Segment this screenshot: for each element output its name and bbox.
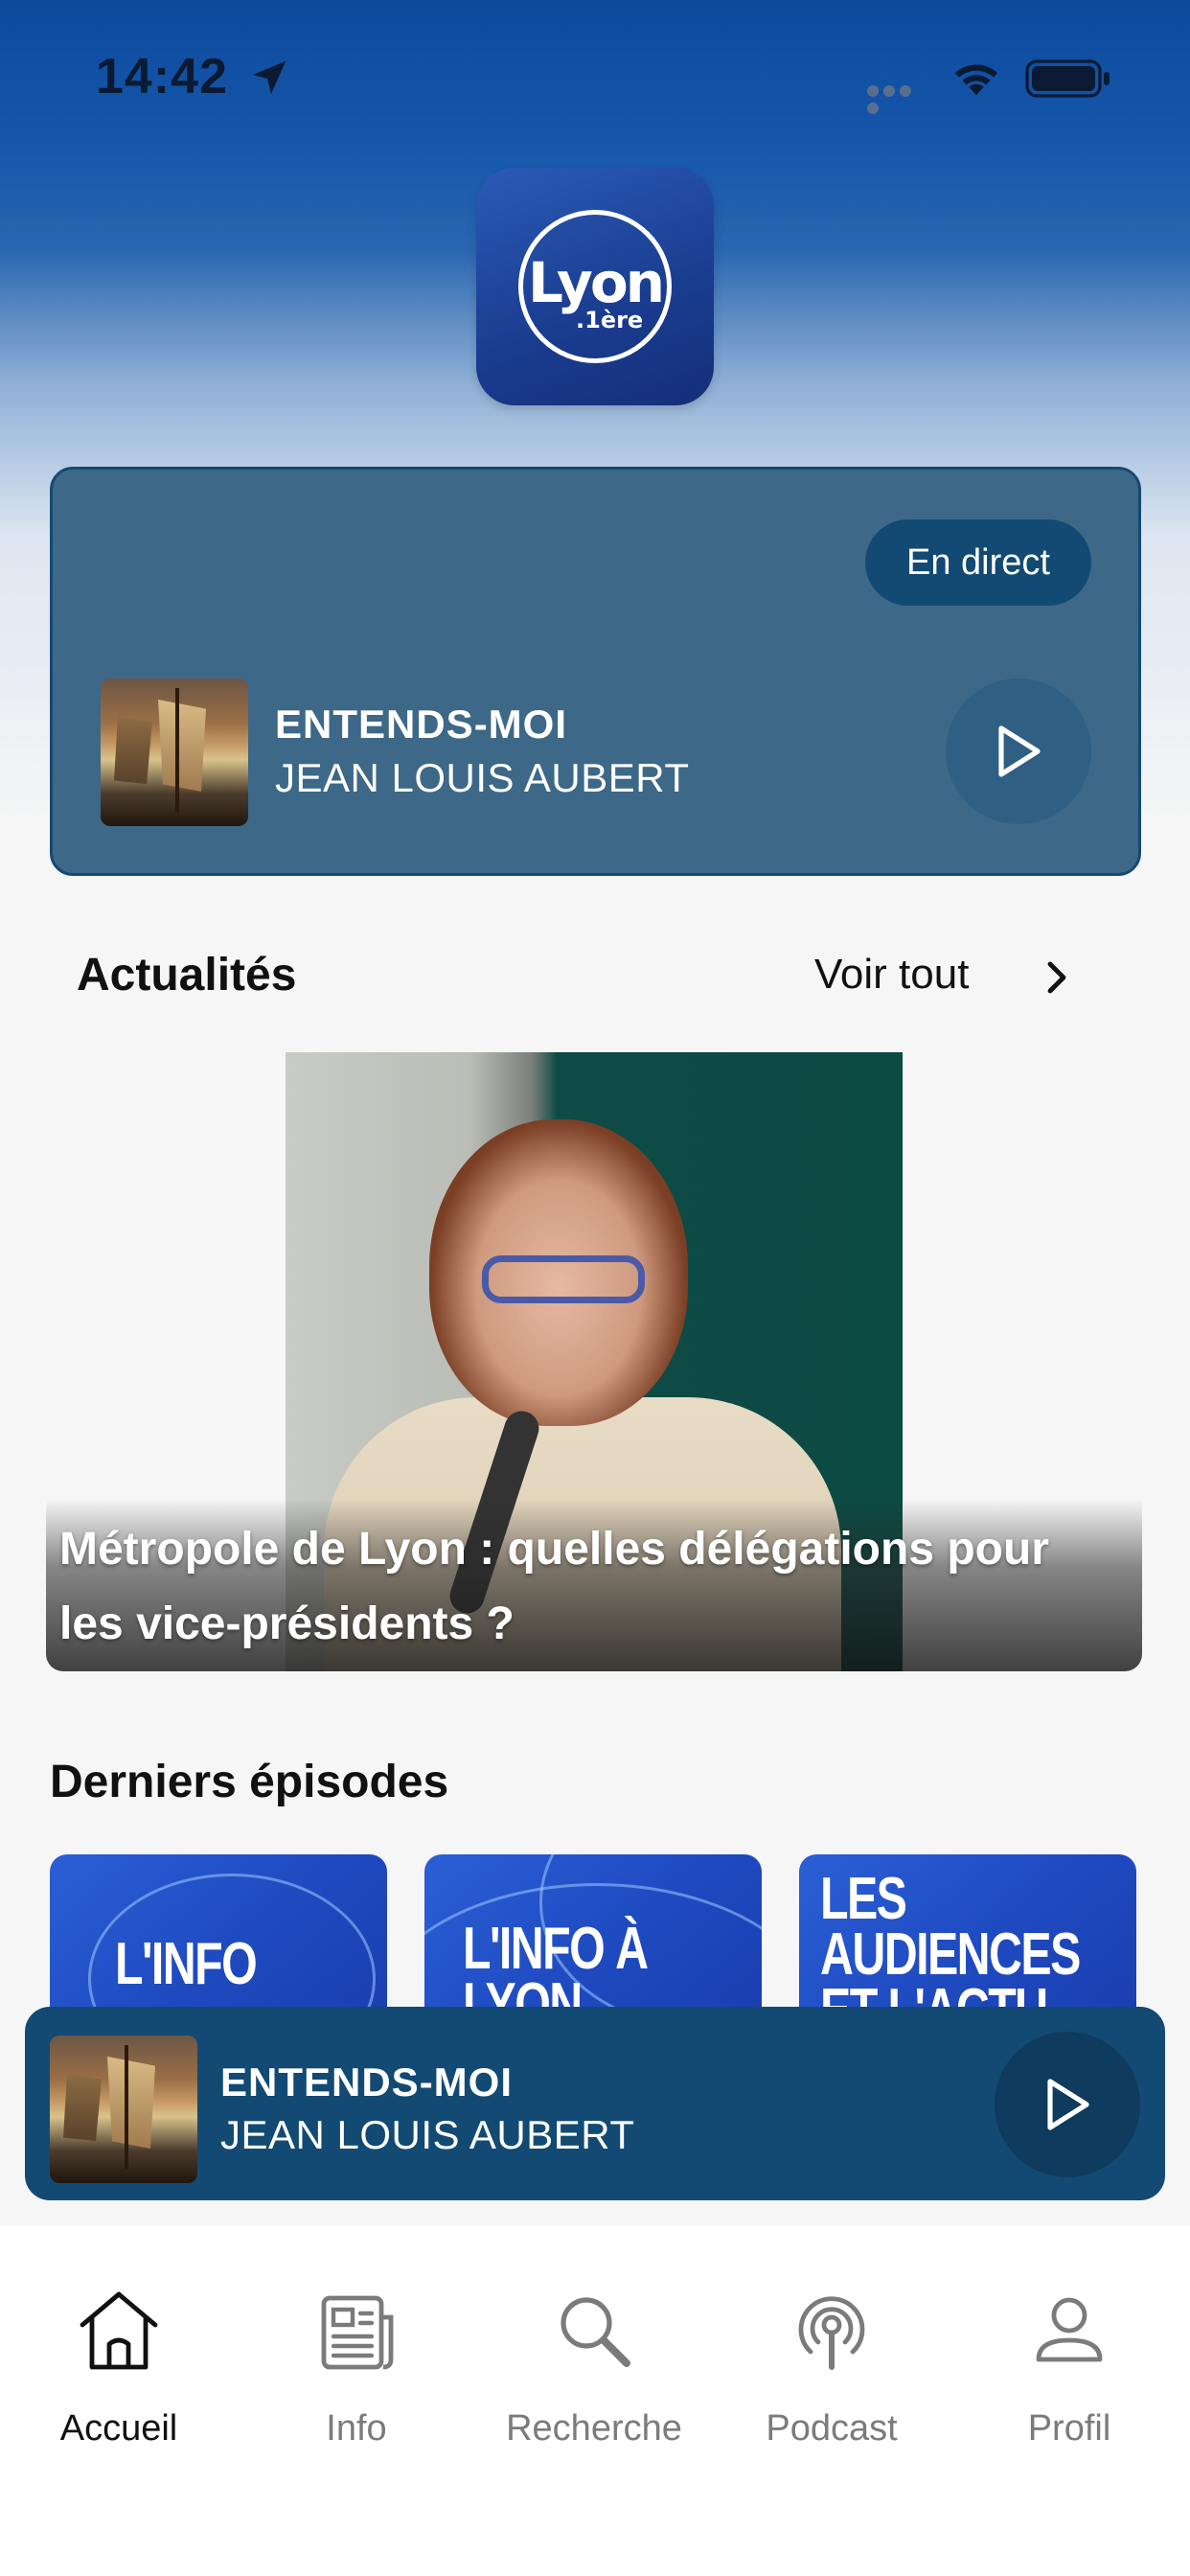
news-card[interactable]: Métropole de Lyon : quelles délégations … xyxy=(46,1052,1142,1671)
battery-icon xyxy=(1025,59,1110,98)
episode-label: LES AUDIENCES ET L'ACTU TV xyxy=(820,1866,1081,2009)
tab-info[interactable]: Info xyxy=(238,2283,475,2450)
logo-main-text: Lyon xyxy=(528,250,665,315)
play-icon xyxy=(998,725,1041,777)
chevron-right-icon[interactable] xyxy=(1042,958,1071,997)
podcast-icon xyxy=(798,2296,865,2370)
episode-label: L'INFO xyxy=(115,1931,258,1997)
live-badge[interactable]: En direct xyxy=(865,519,1091,606)
status-bar: 14:42 xyxy=(0,0,1190,144)
play-icon xyxy=(1047,2079,1089,2130)
tab-label: Info xyxy=(326,2408,387,2449)
mini-player-play-button[interactable] xyxy=(995,2032,1140,2177)
episode-label: L'INFO À LYON xyxy=(463,1916,649,2009)
track-artist: JEAN LOUIS AUBERT xyxy=(275,755,690,800)
cellular-signal-icon xyxy=(867,84,930,114)
person-icon xyxy=(1036,2297,1103,2362)
tab-bar: Accueil Info Recherche Podcast Profil xyxy=(0,2225,1190,2576)
location-arrow-icon xyxy=(252,60,286,95)
search-icon xyxy=(561,2297,630,2367)
tab-accueil[interactable]: Accueil xyxy=(0,2283,238,2450)
track-title: ENTENDS-MOI xyxy=(275,702,567,747)
mini-player-title: ENTENDS-MOI xyxy=(220,2059,513,2104)
tab-label: Profil xyxy=(1027,2408,1111,2449)
see-all-link[interactable]: Voir tout xyxy=(814,951,969,999)
tab-recherche[interactable]: Recherche xyxy=(475,2283,713,2450)
tab-label: Podcast xyxy=(766,2408,898,2449)
tab-label: Recherche xyxy=(506,2408,682,2449)
logo-sub-text: .1ère xyxy=(576,307,644,334)
mini-player-artist: JEAN LOUIS AUBERT xyxy=(220,2112,635,2157)
album-cover xyxy=(101,678,248,826)
episode-card[interactable]: L'INFO À LYON xyxy=(424,1854,762,2008)
newspaper-icon xyxy=(321,2295,394,2370)
live-radio-card[interactable]: En direct ENTENDS-MOI JEAN LOUIS AUBERT xyxy=(50,467,1141,876)
album-cover xyxy=(50,2036,197,2183)
mini-player[interactable]: ENTENDS-MOI JEAN LOUIS AUBERT xyxy=(25,2007,1165,2200)
episode-card[interactable]: L'INFO xyxy=(50,1854,387,2008)
news-headline: Métropole de Lyon : quelles délégations … xyxy=(59,1524,1049,1649)
section-title-episodes: Derniers épisodes xyxy=(50,1757,449,1807)
tab-podcast[interactable]: Podcast xyxy=(713,2283,950,2450)
station-logo: Lyon .1ère xyxy=(476,168,714,405)
tab-profil[interactable]: Profil xyxy=(950,2283,1188,2450)
play-button[interactable] xyxy=(946,678,1091,824)
episode-card[interactable]: LES AUDIENCES ET L'ACTU TV xyxy=(799,1854,1136,2008)
section-title-actualites: Actualités xyxy=(77,950,297,1000)
tab-label: Accueil xyxy=(59,2408,178,2449)
status-time: 14:42 xyxy=(96,49,228,104)
home-icon xyxy=(80,2291,158,2370)
wifi-icon xyxy=(954,64,998,96)
